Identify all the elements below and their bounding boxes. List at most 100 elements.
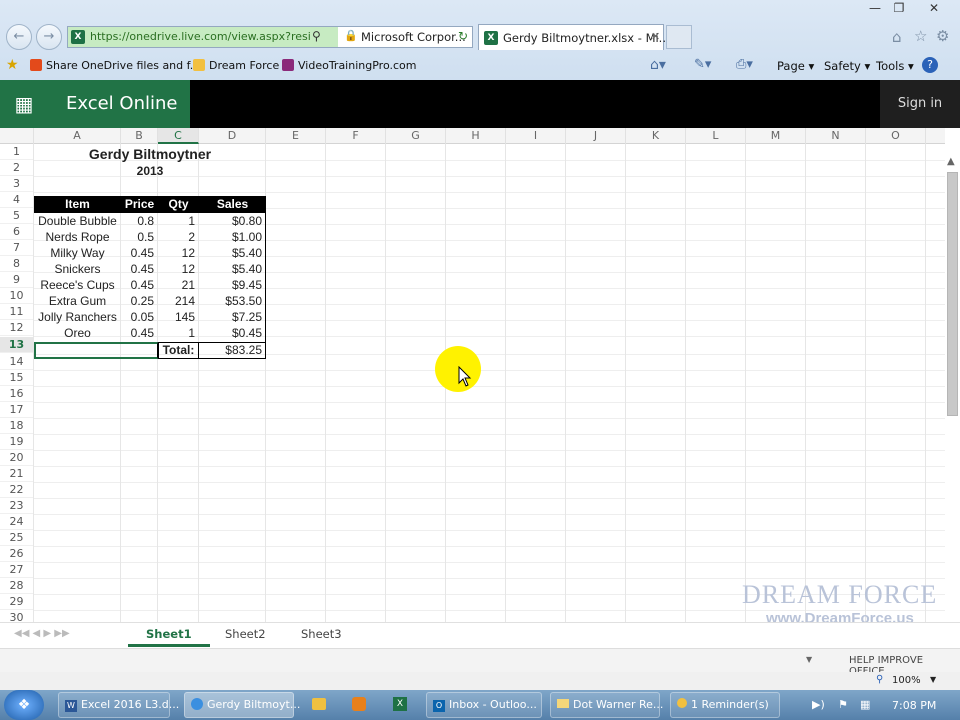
header-sales[interactable]: Sales (199, 196, 266, 212)
row-header-12[interactable]: 12 (0, 320, 33, 336)
cell-sales[interactable]: $5.40 (199, 261, 266, 277)
pen-icon[interactable]: ✎▾ (694, 57, 711, 72)
tab-sheet3[interactable]: Sheet3 (283, 623, 360, 647)
column-header-c[interactable]: C (158, 128, 199, 144)
total-value[interactable]: $83.25 (199, 342, 266, 359)
row-header-9[interactable]: 9 (0, 272, 33, 288)
explorer-folder-icon[interactable] (312, 698, 326, 710)
row-header-22[interactable]: 22 (0, 482, 33, 498)
row-header-25[interactable]: 25 (0, 530, 33, 546)
column-header-j[interactable]: J (566, 128, 626, 144)
cell-price[interactable]: 0.8 (121, 213, 158, 229)
scroll-up-icon[interactable]: ▲ (947, 156, 955, 167)
cell-sales[interactable]: $1.00 (199, 229, 266, 245)
row-header-28[interactable]: 28 (0, 578, 33, 594)
close-tab-icon[interactable]: ✕ (651, 30, 660, 43)
new-tab-button[interactable] (666, 25, 692, 49)
minimize-button[interactable]: — (862, 0, 888, 18)
column-header-e[interactable]: E (266, 128, 326, 144)
flag-icon[interactable]: ⚑ (838, 698, 848, 711)
row-header-23[interactable]: 23 (0, 498, 33, 514)
column-header-o[interactable]: O (866, 128, 926, 144)
cell-sales[interactable]: $7.25 (199, 309, 266, 325)
row-header-29[interactable]: 29 (0, 594, 33, 610)
vertical-scrollbar[interactable]: ▲ (945, 144, 960, 622)
cell-qty[interactable]: 214 (158, 293, 199, 309)
cell-item[interactable]: Milky Way (34, 245, 121, 261)
column-header-b[interactable]: B (121, 128, 158, 144)
first-sheet-icon[interactable]: ◀◀ ◀ ▶ ▶▶ (14, 628, 70, 639)
column-header-f[interactable]: F (326, 128, 386, 144)
row-header-7[interactable]: 7 (0, 240, 33, 256)
app-launcher-icon[interactable]: ▦ (0, 80, 48, 128)
column-header-l[interactable]: L (686, 128, 746, 144)
cell-qty[interactable]: 2 (158, 229, 199, 245)
column-header-m[interactable]: M (746, 128, 806, 144)
row-header-19[interactable]: 19 (0, 434, 33, 450)
select-all-corner[interactable] (0, 128, 34, 144)
taskbar-ie[interactable]: Gerdy Biltmoyt... (184, 692, 300, 718)
taskbar-outlook[interactable]: O Inbox - Outloo... (426, 692, 542, 718)
tools-menu[interactable]: Tools ▾ (876, 59, 914, 73)
column-header-h[interactable]: H (446, 128, 506, 144)
column-header-k[interactable]: K (626, 128, 686, 144)
row-header-5[interactable]: 5 (0, 208, 33, 224)
forward-button[interactable]: → (36, 24, 62, 50)
browser-tab-active[interactable]: X Gerdy Biltmoytner.xlsx - Mi... ✕ (478, 24, 670, 50)
home-command-icon[interactable]: ⌂▾ (650, 57, 666, 73)
cell-price[interactable]: 0.25 (121, 293, 158, 309)
cell-sales[interactable]: $9.45 (199, 277, 266, 293)
app-name[interactable]: Excel Online (48, 80, 190, 128)
site-identity[interactable]: Microsoft Corpor... (361, 30, 466, 44)
zoom-level[interactable]: 100% (892, 675, 921, 686)
cell-qty[interactable]: 1 (158, 213, 199, 229)
cell-price[interactable]: 0.5 (121, 229, 158, 245)
help-icon[interactable]: ? (922, 57, 938, 73)
media-player-icon[interactable] (352, 697, 366, 711)
cell-item[interactable]: Snickers (34, 261, 121, 277)
row-header-24[interactable]: 24 (0, 514, 33, 530)
cell-price[interactable]: 0.45 (121, 277, 158, 293)
page-menu[interactable]: Page ▾ (777, 59, 814, 73)
cell-price[interactable]: 0.45 (121, 245, 158, 261)
scrollbar-thumb[interactable] (947, 172, 958, 416)
selected-cell-A13[interactable] (34, 342, 158, 359)
tab-sheet2[interactable]: Sheet2 (207, 623, 284, 647)
row-header-18[interactable]: 18 (0, 418, 33, 434)
header-item[interactable]: Item (34, 196, 121, 212)
start-button-icon[interactable]: ❖ (4, 690, 44, 720)
favorite-onedrive[interactable]: Share OneDrive files and f... (30, 59, 200, 72)
url-text[interactable]: https://onedrive.live.com/view.aspx?resi… (90, 30, 310, 43)
row-header-10[interactable]: 10 (0, 288, 33, 304)
search-icon[interactable]: ⚲ (312, 29, 321, 43)
row-header-27[interactable]: 27 (0, 562, 33, 578)
column-header-g[interactable]: G (386, 128, 446, 144)
back-button[interactable]: ← (6, 24, 32, 50)
network-icon[interactable]: ▦ (860, 698, 870, 711)
cell-sales[interactable]: $5.40 (199, 245, 266, 261)
safety-menu[interactable]: Safety ▾ (824, 59, 870, 73)
row-header-14[interactable]: 14 (0, 354, 33, 370)
taskbar-dot-warner[interactable]: Dot Warner Re... (550, 692, 663, 718)
cell-qty[interactable]: 1 (158, 325, 199, 341)
header-price[interactable]: Price (121, 196, 158, 212)
header-qty[interactable]: Qty (158, 196, 199, 212)
favorite-dream-force[interactable]: Dream Force (193, 59, 279, 72)
cell-item[interactable]: Jolly Ranchers (34, 309, 121, 325)
taskbar-reminders[interactable]: 1 Reminder(s) (670, 692, 780, 718)
column-header-d[interactable]: D (199, 128, 266, 144)
cell-price[interactable]: 0.45 (121, 325, 158, 341)
row-header-3[interactable]: 3 (0, 176, 33, 192)
tab-sheet1[interactable]: Sheet1 (128, 623, 210, 647)
cell-item[interactable]: Double Bubble (34, 213, 121, 229)
cell-price[interactable]: 0.45 (121, 261, 158, 277)
cell-item[interactable]: Oreo (34, 325, 121, 341)
cell-item[interactable]: Reece's Cups (34, 277, 121, 293)
zoom-icon[interactable]: ⚲ (876, 674, 883, 685)
favorite-videotrainingpro[interactable]: VideoTrainingPro.com (282, 59, 416, 72)
total-label[interactable]: Total: (158, 342, 199, 359)
cell-item[interactable]: Nerds Rope (34, 229, 121, 245)
row-header-6[interactable]: 6 (0, 224, 33, 240)
row-header-16[interactable]: 16 (0, 386, 33, 402)
cell-qty[interactable]: 21 (158, 277, 199, 293)
